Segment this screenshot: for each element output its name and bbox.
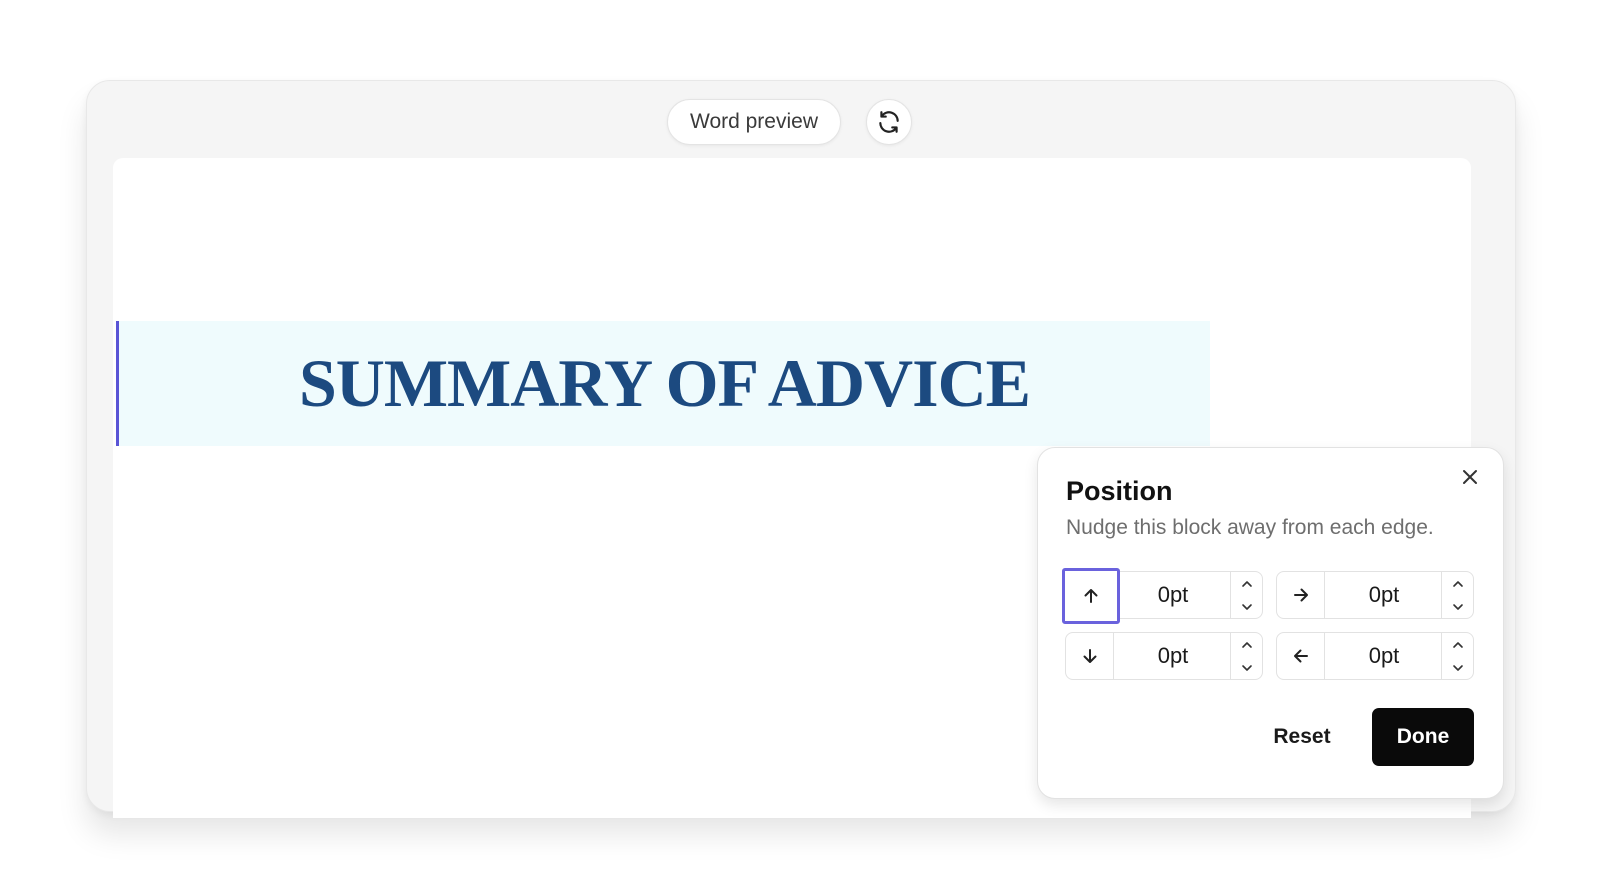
offset-left-decrement[interactable] bbox=[1442, 656, 1473, 679]
chevron-up-icon bbox=[1452, 580, 1464, 588]
refresh-button[interactable] bbox=[866, 99, 912, 145]
close-icon bbox=[1461, 468, 1479, 486]
popover-title: Position bbox=[1066, 476, 1173, 506]
selected-heading-block[interactable]: SUMMARY OF ADVICE bbox=[116, 321, 1210, 446]
offset-bottom-toggle[interactable] bbox=[1066, 633, 1114, 679]
done-button[interactable]: Done bbox=[1372, 708, 1474, 766]
word-preview-label: Word preview bbox=[690, 110, 818, 133]
offset-top-increment[interactable] bbox=[1231, 572, 1262, 595]
chevron-down-icon bbox=[1452, 664, 1464, 672]
refresh-icon bbox=[876, 109, 902, 135]
offset-field-top: 0pt bbox=[1062, 568, 1263, 624]
offset-left-input[interactable]: 0pt bbox=[1325, 633, 1443, 679]
offset-bottom-stepper bbox=[1230, 633, 1262, 679]
offset-left-stepper bbox=[1441, 633, 1473, 679]
chevron-down-icon bbox=[1452, 603, 1464, 611]
arrow-up-icon bbox=[1081, 586, 1101, 606]
position-popover: Position Nudge this block away from each… bbox=[1037, 447, 1504, 799]
offset-top-toggle[interactable] bbox=[1062, 568, 1120, 624]
offset-right-stepper bbox=[1441, 572, 1473, 618]
offset-field-left: 0pt bbox=[1276, 632, 1474, 680]
arrow-down-icon bbox=[1080, 646, 1100, 666]
offset-right-toggle[interactable] bbox=[1277, 572, 1325, 618]
document-heading: SUMMARY OF ADVICE bbox=[298, 345, 1031, 421]
offset-left-increment[interactable] bbox=[1442, 633, 1473, 656]
chevron-up-icon bbox=[1452, 641, 1464, 649]
arrow-right-icon bbox=[1291, 585, 1311, 605]
arrow-left-icon bbox=[1291, 646, 1311, 666]
offset-field-right: 0pt bbox=[1276, 571, 1474, 619]
offset-top-decrement[interactable] bbox=[1231, 595, 1262, 618]
close-button[interactable] bbox=[1457, 464, 1483, 490]
offset-bottom-increment[interactable] bbox=[1231, 633, 1262, 656]
offset-right-input[interactable]: 0pt bbox=[1325, 572, 1443, 618]
offset-right-increment[interactable] bbox=[1442, 572, 1473, 595]
offset-top-input[interactable]: 0pt bbox=[1114, 572, 1232, 618]
word-preview-button[interactable]: Word preview bbox=[667, 99, 841, 145]
offset-right-decrement[interactable] bbox=[1442, 595, 1473, 618]
offset-left-toggle[interactable] bbox=[1277, 633, 1325, 679]
offset-bottom-input[interactable]: 0pt bbox=[1114, 633, 1232, 679]
chevron-up-icon bbox=[1241, 580, 1253, 588]
reset-button[interactable]: Reset bbox=[1258, 708, 1346, 766]
offset-bottom-decrement[interactable] bbox=[1231, 656, 1262, 679]
chevron-up-icon bbox=[1241, 641, 1253, 649]
chevron-down-icon bbox=[1241, 664, 1253, 672]
offset-field-bottom: 0pt bbox=[1065, 632, 1263, 680]
offset-top-stepper bbox=[1230, 572, 1262, 618]
chevron-down-icon bbox=[1241, 603, 1253, 611]
popover-subtitle: Nudge this block away from each edge. bbox=[1066, 516, 1434, 539]
